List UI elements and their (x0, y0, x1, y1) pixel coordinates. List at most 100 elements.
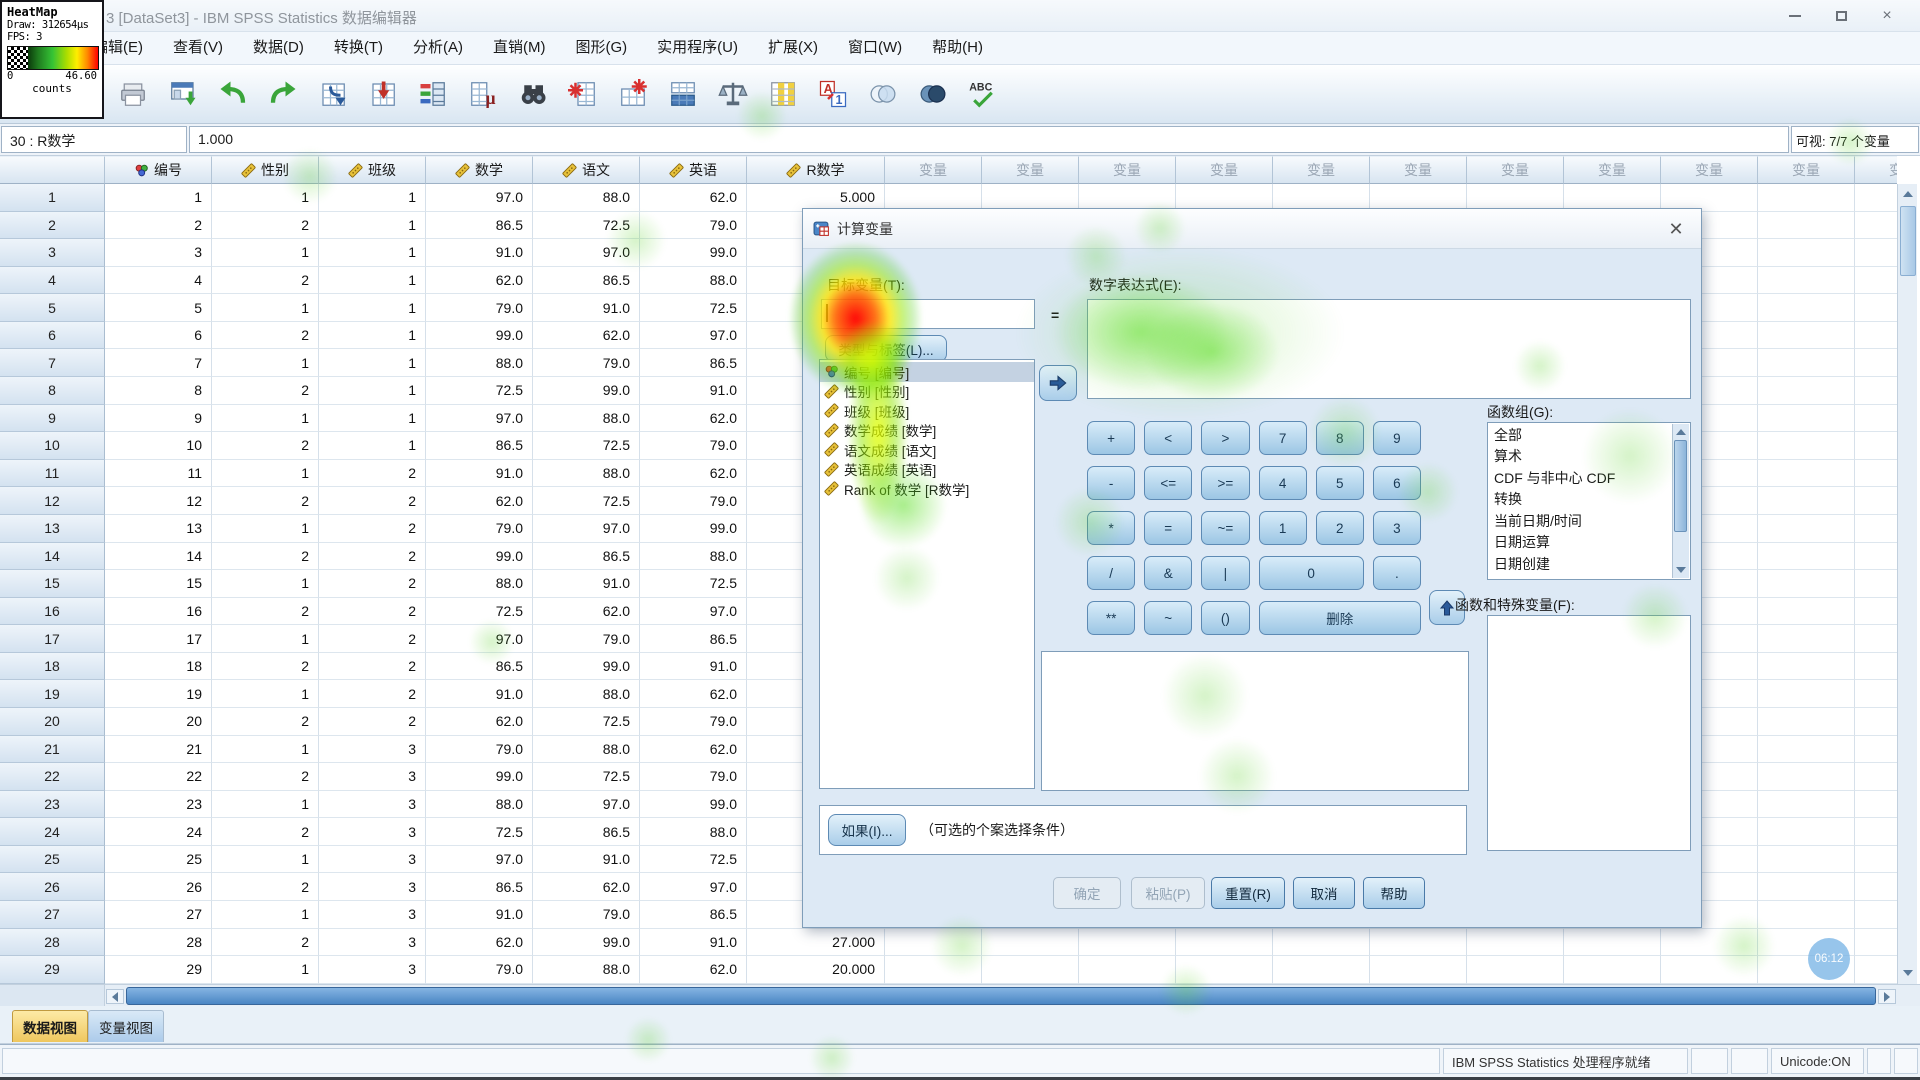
keypad-key-8[interactable]: 8 (1315, 421, 1364, 455)
empty-cell[interactable] (1855, 845, 1897, 874)
column-header-placeholder[interactable]: 变量 (1176, 156, 1273, 184)
empty-cell[interactable] (1467, 956, 1564, 984)
empty-cell[interactable] (1758, 597, 1855, 626)
row-header-13[interactable]: 13 (0, 514, 105, 543)
empty-cell[interactable] (1176, 928, 1273, 957)
data-cell[interactable]: 2 (212, 432, 319, 460)
column-header-英语[interactable]: 英语 (640, 156, 747, 184)
empty-cell[interactable] (1758, 321, 1855, 350)
data-cell[interactable]: 99.0 (533, 928, 640, 957)
data-cell[interactable]: 2 (212, 211, 319, 240)
horizontal-scrollbar[interactable] (0, 984, 1920, 1007)
empty-cell[interactable] (1758, 901, 1855, 929)
data-cell[interactable]: 1 (319, 321, 426, 350)
empty-cell[interactable] (1758, 763, 1855, 791)
cell-reference[interactable]: 30 : R数学 (1, 126, 187, 153)
empty-cell[interactable] (1855, 459, 1897, 488)
data-cell[interactable]: 62.0 (426, 707, 533, 736)
data-cell[interactable]: 79.0 (640, 432, 747, 460)
data-cell[interactable]: 72.5 (426, 597, 533, 626)
data-cell[interactable]: 2 (212, 818, 319, 846)
data-cell[interactable]: 15 (105, 570, 212, 598)
keypad-key-删除[interactable]: 删除 (1258, 601, 1421, 635)
data-cell[interactable]: 91.0 (533, 570, 640, 598)
data-cell[interactable]: 62.0 (426, 266, 533, 295)
data-cell[interactable]: 72.5 (533, 432, 640, 460)
keypad-key-9[interactable]: 9 (1372, 421, 1421, 455)
dialog-title-bar[interactable]: 计算变量 ✕ (803, 209, 1701, 249)
menu-item-9[interactable]: 扩展(X) (753, 32, 833, 64)
data-cell[interactable]: 29 (105, 956, 212, 984)
empty-cell[interactable] (1758, 790, 1855, 819)
data-cell[interactable]: 1 (212, 514, 319, 543)
function-group-item[interactable]: CDF 与非中心 CDF (1488, 467, 1690, 489)
data-cell[interactable]: 99.0 (533, 652, 640, 681)
empty-cell[interactable] (1855, 542, 1897, 571)
data-cell[interactable]: 97.0 (640, 321, 747, 350)
row-header-21[interactable]: 21 (0, 735, 105, 764)
empty-cell[interactable] (1855, 625, 1897, 653)
descriptives-icon[interactable]: µ (458, 70, 508, 118)
row-header-8[interactable]: 8 (0, 377, 105, 405)
empty-cell[interactable] (1176, 956, 1273, 984)
data-cell[interactable]: 2 (319, 459, 426, 488)
data-cell[interactable]: 2 (212, 377, 319, 405)
data-cell[interactable]: 79.0 (640, 211, 747, 240)
column-header-班级[interactable]: 班级 (319, 156, 426, 184)
data-cell[interactable]: 62.0 (640, 956, 747, 984)
data-cell[interactable]: 97.0 (426, 184, 533, 212)
data-cell[interactable]: 1 (212, 404, 319, 433)
variable-list-item[interactable]: Rank of 数学 [R数学] (820, 479, 1034, 499)
goto-case-icon[interactable] (308, 70, 358, 118)
variable-list-item[interactable]: 数学成绩 [数学] (820, 421, 1034, 441)
data-cell[interactable]: 72.5 (533, 763, 640, 791)
data-cell[interactable]: 86.5 (640, 625, 747, 653)
empty-cell[interactable] (1855, 928, 1897, 957)
empty-cell[interactable] (1855, 680, 1897, 708)
column-header-placeholder[interactable]: 变量 (1079, 156, 1176, 184)
data-cell[interactable]: 2 (212, 266, 319, 295)
empty-cell[interactable] (1079, 956, 1176, 984)
data-cell[interactable]: 62.0 (533, 873, 640, 902)
keypad-key-4[interactable]: 4 (1258, 466, 1307, 500)
keypad-key-+[interactable]: + (1087, 421, 1136, 455)
data-cell[interactable]: 7 (105, 349, 212, 378)
data-cell[interactable]: 88.0 (533, 735, 640, 764)
data-cell[interactable]: 88.0 (533, 956, 640, 984)
value-labels-icon[interactable]: A1 (808, 70, 858, 118)
data-cell[interactable]: 1 (212, 625, 319, 653)
data-cell[interactable]: 1 (319, 404, 426, 433)
row-header-12[interactable]: 12 (0, 487, 105, 515)
insert-cases-icon[interactable] (558, 70, 608, 118)
empty-cell[interactable] (885, 928, 982, 957)
column-header-数学[interactable]: 数学 (426, 156, 533, 184)
row-header-7[interactable]: 7 (0, 349, 105, 378)
weight-cases-icon[interactable] (708, 70, 758, 118)
dialog-close-icon[interactable]: ✕ (1663, 217, 1689, 241)
data-cell[interactable]: 86.5 (426, 873, 533, 902)
row-header-28[interactable]: 28 (0, 928, 105, 957)
data-cell[interactable]: 2 (319, 707, 426, 736)
empty-cell[interactable] (1855, 487, 1897, 515)
empty-cell[interactable] (1855, 266, 1897, 295)
data-cell[interactable]: 20 (105, 707, 212, 736)
menu-item-6[interactable]: 直销(M) (478, 32, 561, 64)
column-header-placeholder[interactable]: 变量 (1661, 156, 1758, 184)
data-cell[interactable]: 79.0 (426, 735, 533, 764)
empty-cell[interactable] (1855, 349, 1897, 378)
row-header-10[interactable]: 10 (0, 432, 105, 460)
data-cell[interactable]: 1 (319, 377, 426, 405)
data-cell[interactable]: 2 (319, 680, 426, 708)
data-cell[interactable]: 72.5 (533, 707, 640, 736)
data-cell[interactable]: 86.5 (426, 652, 533, 681)
data-cell[interactable]: 88.0 (426, 790, 533, 819)
data-cell[interactable]: 3 (319, 818, 426, 846)
menu-item-11[interactable]: 帮助(H) (917, 32, 998, 64)
data-cell[interactable]: 20.000 (747, 956, 885, 984)
data-cell[interactable]: 88.0 (533, 680, 640, 708)
data-cell[interactable]: 17 (105, 625, 212, 653)
find-icon[interactable] (508, 70, 558, 118)
data-cell[interactable]: 99.0 (640, 790, 747, 819)
data-cell[interactable]: 2 (212, 542, 319, 571)
row-header-25[interactable]: 25 (0, 845, 105, 874)
